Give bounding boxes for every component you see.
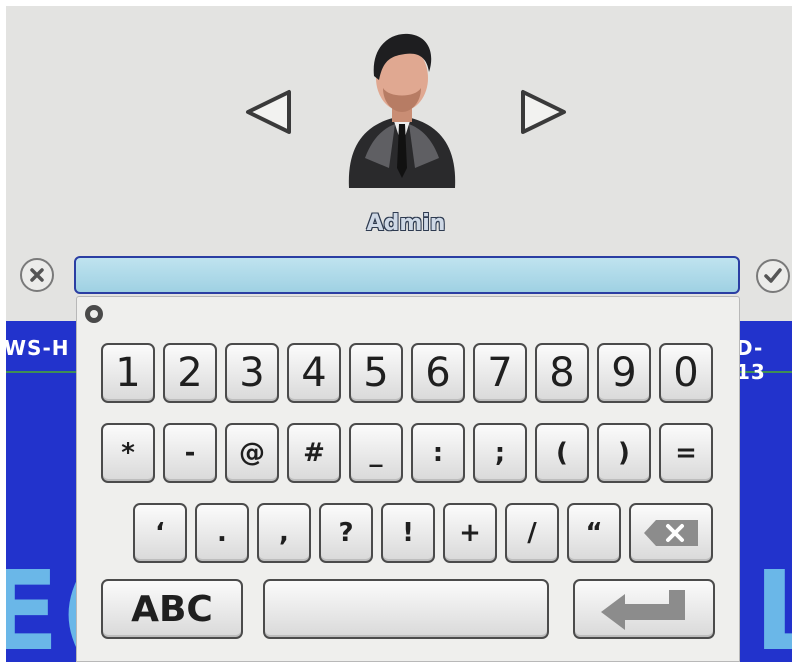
user-avatar-icon [348, 33, 456, 188]
backspace-key[interactable] [629, 503, 713, 563]
key-4[interactable]: 4 [287, 343, 341, 403]
key-double-quote[interactable]: “ [567, 503, 621, 563]
next-user-button[interactable] [518, 86, 570, 138]
key-colon[interactable]: : [411, 423, 465, 483]
cancel-button[interactable] [20, 258, 54, 292]
enter-key[interactable] [573, 579, 715, 639]
previous-user-button[interactable] [242, 86, 294, 138]
login-screen: WS-H D-13 E( L Admin [6, 6, 792, 662]
key-7[interactable]: 7 [473, 343, 527, 403]
triangle-right-icon [521, 90, 566, 134]
password-input[interactable] [74, 256, 740, 294]
key-plus[interactable]: + [443, 503, 497, 563]
key-5[interactable]: 5 [349, 343, 403, 403]
key-0[interactable]: 0 [659, 343, 713, 403]
key-hyphen[interactable]: - [163, 423, 217, 483]
key-comma[interactable]: , [257, 503, 311, 563]
key-exclamation[interactable]: ! [381, 503, 435, 563]
key-underscore[interactable]: _ [349, 423, 403, 483]
key-semicolon[interactable]: ; [473, 423, 527, 483]
key-1[interactable]: 1 [101, 343, 155, 403]
background-label-right: D-13 [736, 336, 766, 384]
key-close-paren[interactable]: ) [597, 423, 651, 483]
key-slash[interactable]: / [505, 503, 559, 563]
username-label: Admin [366, 211, 446, 236]
key-question[interactable]: ? [319, 503, 373, 563]
key-left-quote[interactable]: ‘ [133, 503, 187, 563]
check-icon [764, 268, 782, 283]
space-key[interactable] [263, 579, 549, 639]
background-label-left: WS-H [6, 336, 70, 360]
background-big-text-right: L [754, 547, 792, 662]
key-at[interactable]: @ [225, 423, 279, 483]
abc-mode-key[interactable]: ABC [101, 579, 243, 639]
triangle-left-icon [246, 90, 291, 134]
close-icon [30, 268, 44, 282]
key-2[interactable]: 2 [163, 343, 217, 403]
key-period[interactable]: . [195, 503, 249, 563]
key-8[interactable]: 8 [535, 343, 589, 403]
enter-icon [601, 590, 685, 630]
keyboard-logo-icon [85, 305, 103, 323]
key-9[interactable]: 9 [597, 343, 651, 403]
key-hash[interactable]: # [287, 423, 341, 483]
backspace-icon [644, 520, 698, 546]
key-6[interactable]: 6 [411, 343, 465, 403]
key-3[interactable]: 3 [225, 343, 279, 403]
key-asterisk[interactable]: * [101, 423, 155, 483]
on-screen-keyboard: 1 2 3 4 5 6 7 8 9 0 * - @ # _ : ; ( ) = … [76, 296, 740, 662]
key-equals[interactable]: = [659, 423, 713, 483]
confirm-button[interactable] [756, 259, 790, 293]
key-open-paren[interactable]: ( [535, 423, 589, 483]
